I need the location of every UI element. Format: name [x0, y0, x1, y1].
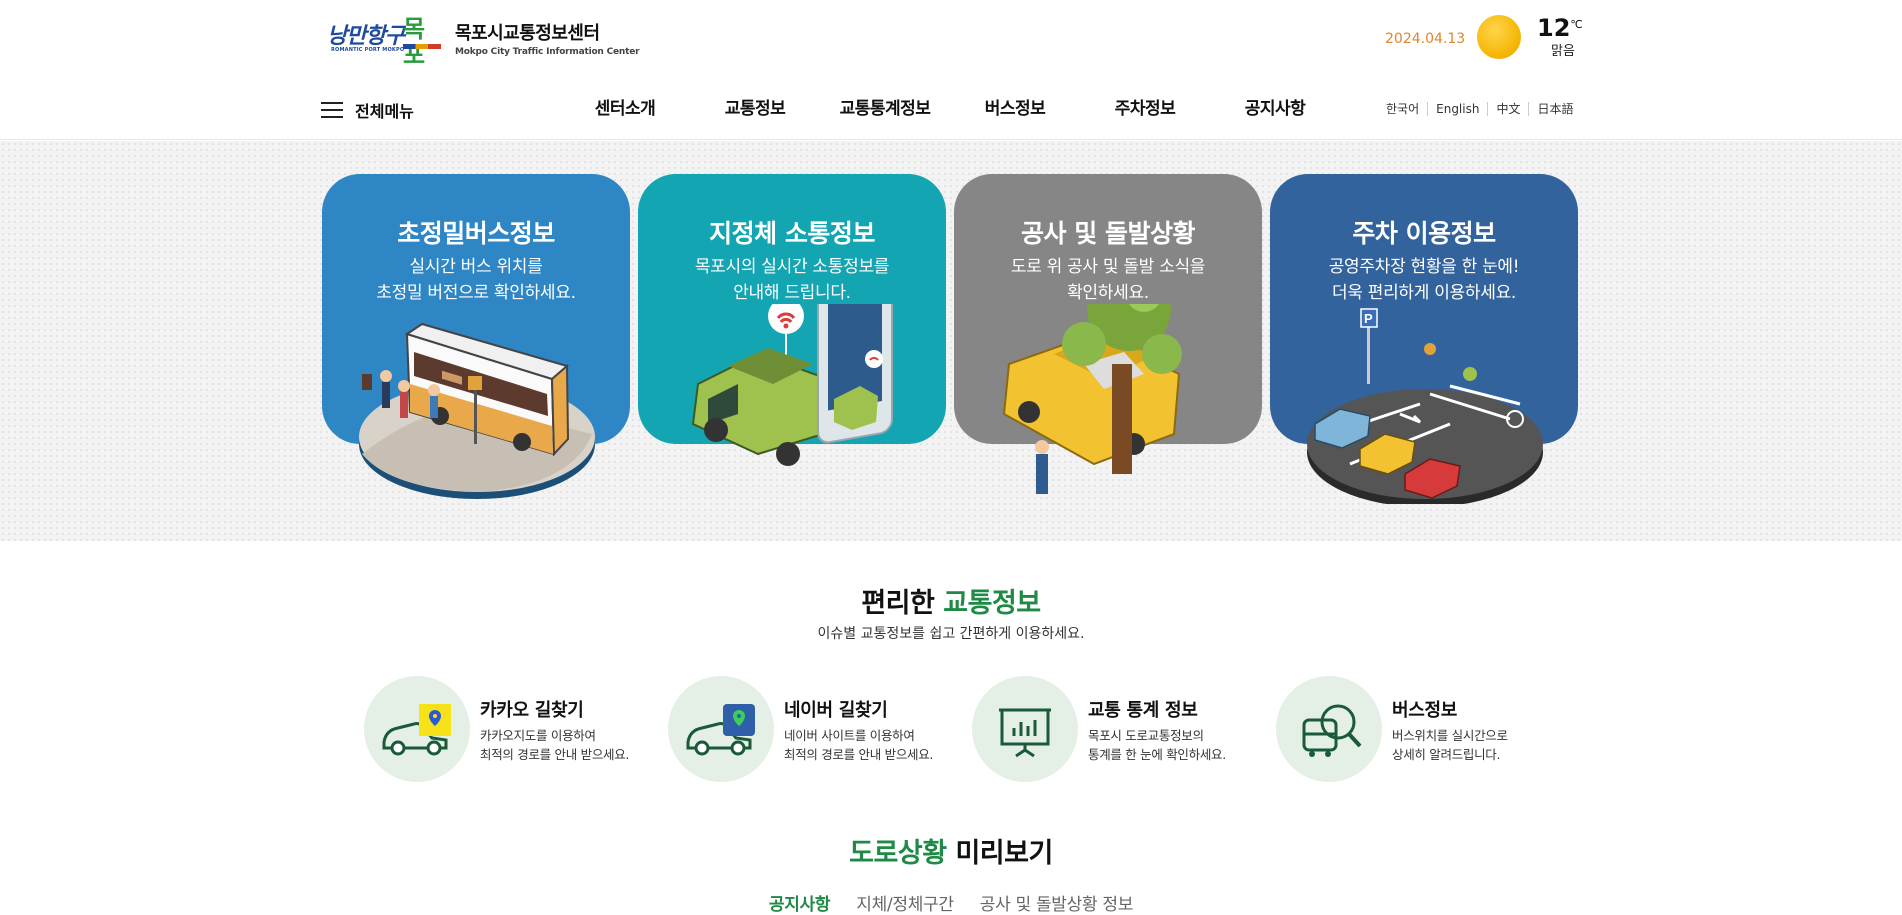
site-logo[interactable]: 낭만항구 ROMANTIC PORT MOKPO 목포 목포시교통정보센터 Mo… — [325, 16, 640, 68]
card-title: 공사 및 돌발상황 — [1021, 219, 1195, 248]
logo-color-bar — [403, 44, 441, 49]
logo-slogan: 낭만항구 — [327, 23, 405, 49]
nav-item-traffic-statistics[interactable]: 교통통계정보 — [820, 80, 950, 140]
nav-item-parking-info[interactable]: 주차정보 — [1080, 80, 1210, 140]
site-subtitle: Mokpo City Traffic Information Center — [455, 47, 640, 57]
tab-congestion-sections[interactable]: 지체/정체구간 — [856, 890, 954, 915]
traffic-section-title-highlight: 교통정보 — [943, 588, 1041, 619]
shortcut-title: 네이버 길찾기 — [784, 700, 888, 721]
accident-illustration — [1002, 304, 1182, 494]
city-logo-mark: 낭만항구 ROMANTIC PORT MOKPO 목포 — [325, 16, 443, 68]
card-construction-incident[interactable]: 공사 및 돌발상황 도로 위 공사 및 돌발 소식을 확인하세요. — [954, 174, 1262, 494]
kakao-route-icon — [364, 676, 470, 782]
shortcut-kakao-route[interactable]: 카카오 길찾기 카카오지도를 이용하여 최적의 경로를 안내 받으세요. — [364, 676, 664, 786]
nav-item-bus-info[interactable]: 버스정보 — [950, 80, 1080, 140]
lang-korean[interactable]: 한국어 — [1380, 102, 1427, 116]
naver-route-icon — [668, 676, 774, 782]
language-selector: 한국어 English 中文 日本語 — [1380, 102, 1582, 116]
card-precision-bus[interactable]: 초정밀버스정보 실시간 버스 위치를 초정밀 버전으로 확인하세요. — [322, 174, 630, 499]
nav-item-traffic-info[interactable]: 교통정보 — [690, 80, 820, 140]
shortcut-naver-route[interactable]: 네이버 길찾기 네이버 사이트를 이용하여 최적의 경로를 안내 받으세요. — [668, 676, 968, 786]
bus-stop-illustration — [359, 322, 595, 499]
shortcut-bus-info[interactable]: 버스정보 버스위치를 실시간으로 상세히 알려드립니다. — [1276, 676, 1576, 786]
card-description: 도로 위 공사 및 돌발 소식을 확인하세요. — [1010, 257, 1206, 303]
shortcut-traffic-statistics[interactable]: 교통 통계 정보 목포시 도로교통정보의 통계를 한 눈에 확인하세요. — [972, 676, 1272, 786]
weather-date: 2024.04.13 — [1385, 31, 1466, 47]
nav-item-notice[interactable]: 공지사항 — [1210, 80, 1340, 140]
car-phone-illustration — [691, 304, 893, 466]
site-title: 목포시교통정보센터 — [455, 23, 600, 44]
statistics-board-icon — [972, 676, 1078, 782]
hamburger-menu-icon — [321, 101, 343, 119]
all-menu-label: 전체메뉴 — [355, 102, 414, 121]
shortcut-title: 버스정보 — [1392, 700, 1458, 721]
logo-city-mark: 목포 — [403, 15, 426, 69]
card-title: 주차 이용정보 — [1352, 219, 1496, 248]
parking-illustration: P — [1307, 308, 1543, 504]
weather-widget: 2024.04.13 12℃ 맑음 — [1385, 14, 1583, 64]
sun-icon — [1477, 15, 1521, 59]
lang-japanese[interactable]: 日本語 — [1528, 102, 1581, 116]
header: 낭만항구 ROMANTIC PORT MOKPO 목포 목포시교통정보센터 Mo… — [0, 0, 1902, 80]
shortcut-description: 목포시 도로교통정보의 통계를 한 눈에 확인하세요. — [1088, 728, 1226, 762]
shortcut-description: 버스위치를 실시간으로 상세히 알려드립니다. — [1392, 728, 1508, 762]
card-description: 목포시의 실시간 소통정보를 안내해 드립니다. — [694, 257, 890, 303]
shortcut-title: 카카오 길찾기 — [480, 700, 584, 721]
all-menu-button[interactable]: 전체메뉴 — [321, 98, 414, 122]
main-navigation-bar: 전체메뉴 센터소개 교통정보 교통통계정보 버스정보 주차정보 공지사항 한국어… — [0, 80, 1902, 140]
nav-item-center-intro[interactable]: 센터소개 — [560, 80, 690, 140]
card-title: 지정체 소통정보 — [709, 219, 875, 248]
card-description: 공영주차장 현황을 한 눈에! 더욱 편리하게 이용하세요. — [1328, 257, 1520, 303]
road-section-title: 도로상황 미리보기 — [849, 838, 1053, 869]
tab-notice[interactable]: 공지사항 — [769, 890, 831, 915]
shortcut-description: 네이버 사이트를 이용하여 최적의 경로를 안내 받으세요. — [784, 728, 934, 762]
road-section-tabs: 공지사항 지체/정체구간 공사 및 돌발상황 정보 — [0, 890, 1902, 915]
bus-search-icon — [1276, 676, 1382, 782]
card-title: 초정밀버스정보 — [397, 219, 555, 248]
shortcut-description: 카카오지도를 이용하여 최적의 경로를 안내 받으세요. — [480, 728, 630, 762]
traffic-section-subtitle: 이슈별 교통정보를 쉽고 간편하게 이용하세요. — [817, 626, 1085, 642]
gnb: 센터소개 교통정보 교통통계정보 버스정보 주차정보 공지사항 — [560, 80, 1340, 140]
card-description: 실시간 버스 위치를 초정밀 버전으로 확인하세요. — [376, 257, 576, 303]
weather-condition: 맑음 — [1551, 44, 1575, 59]
card-parking-info[interactable]: 주차 이용정보 공영주차장 현황을 한 눈에! 더욱 편리하게 이용하세요. P — [1270, 174, 1578, 504]
hero-banner: 초정밀버스정보 실시간 버스 위치를 초정밀 버전으로 확인하세요. 지정체 소… — [0, 141, 1902, 541]
traffic-shortcuts: 카카오 길찾기 카카오지도를 이용하여 최적의 경로를 안내 받으세요. 네이버 … — [364, 676, 1564, 786]
road-section-title-highlight: 도로상황 — [849, 838, 947, 869]
traffic-section-title: 편리한 교통정보 — [861, 588, 1041, 619]
temperature-unit: ℃ — [1570, 18, 1583, 31]
logo-slogan-en: ROMANTIC PORT MOKPO — [331, 47, 405, 53]
lang-english[interactable]: English — [1427, 102, 1487, 116]
card-congestion-info[interactable]: 지정체 소통정보 목포시의 실시간 소통정보를 안내해 드립니다. — [638, 174, 946, 466]
weather-temperature: 12℃ — [1537, 14, 1583, 42]
lang-chinese[interactable]: 中文 — [1487, 102, 1528, 116]
shortcut-title: 교통 통계 정보 — [1088, 700, 1198, 721]
tab-construction-incidents[interactable]: 공사 및 돌발상황 정보 — [980, 890, 1134, 915]
svg-text:P: P — [1364, 311, 1373, 326]
